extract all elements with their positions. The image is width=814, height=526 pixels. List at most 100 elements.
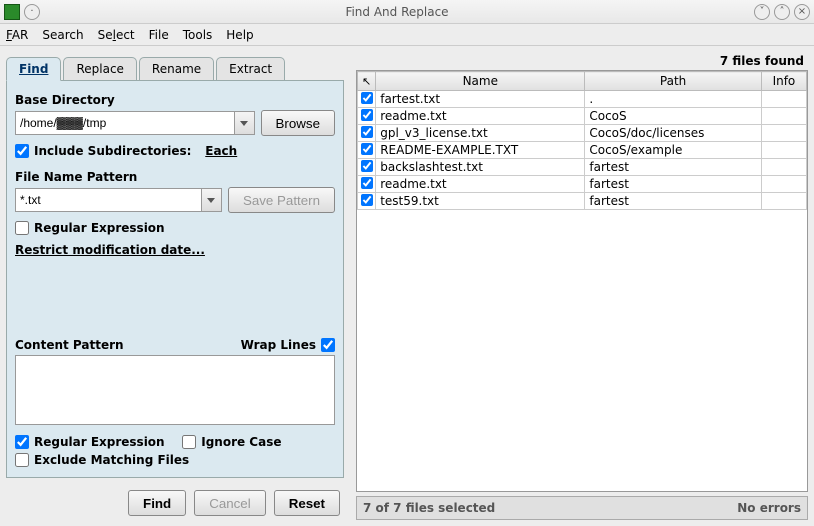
content-pattern-textarea[interactable] xyxy=(15,355,335,425)
ignore-case-label: Ignore Case xyxy=(201,435,281,449)
chevron-down-icon xyxy=(240,121,248,126)
content-pattern-label: Content Pattern xyxy=(15,338,124,352)
app-icon xyxy=(4,4,20,20)
base-dir-dropdown[interactable] xyxy=(235,111,255,135)
cell-name: gpl_v3_license.txt xyxy=(376,125,585,142)
tab-body-find: Base Directory Browse Include Subdirecto… xyxy=(6,80,344,478)
cell-info xyxy=(761,176,806,193)
cell-path: CocoS/doc/licenses xyxy=(585,125,762,142)
bottom-buttons: Find Cancel Reset xyxy=(6,486,344,520)
left-pane: Find Replace Rename Extract Base Directo… xyxy=(0,46,350,526)
tab-rename[interactable]: Rename xyxy=(139,57,214,81)
cell-name: fartest.txt xyxy=(376,91,585,108)
wrap-lines-label: Wrap Lines xyxy=(241,338,316,352)
col-name[interactable]: Name xyxy=(376,72,585,91)
exclude-matching-checkbox[interactable] xyxy=(15,453,29,467)
include-subdirs-checkbox[interactable] xyxy=(15,144,29,158)
table-row[interactable]: gpl_v3_license.txtCocoS/doc/licenses xyxy=(358,125,807,142)
cell-path: . xyxy=(585,91,762,108)
chevron-down-icon xyxy=(207,198,215,203)
menu-tools[interactable]: Tools xyxy=(183,28,213,42)
row-checkbox[interactable] xyxy=(361,126,373,138)
reset-button[interactable]: Reset xyxy=(274,490,340,516)
results-table-wrap: ↖ Name Path Info fartest.txt.readme.txtC… xyxy=(356,70,808,492)
regex-content-checkbox[interactable] xyxy=(15,435,29,449)
cell-info xyxy=(761,193,806,210)
file-pattern-combo xyxy=(15,188,222,212)
base-dir-label: Base Directory xyxy=(15,93,335,107)
menu-search[interactable]: Search xyxy=(42,28,83,42)
file-pattern-label: File Name Pattern xyxy=(15,170,335,184)
restrict-date-link[interactable]: Restrict modification date... xyxy=(15,243,205,257)
titlebar: · Find And Replace ˅ ˄ × xyxy=(0,0,814,24)
files-found-label: 7 files found xyxy=(356,52,808,70)
base-dir-combo xyxy=(15,111,255,135)
table-row[interactable]: readme.txtfartest xyxy=(358,176,807,193)
col-path[interactable]: Path xyxy=(585,72,762,91)
base-dir-input[interactable] xyxy=(15,111,235,135)
row-checkbox[interactable] xyxy=(361,92,373,104)
cell-path: CocoS xyxy=(585,108,762,125)
maximize-icon[interactable]: ˄ xyxy=(774,4,790,20)
regex-file-checkbox[interactable] xyxy=(15,221,29,235)
row-checkbox[interactable] xyxy=(361,143,373,155)
table-row[interactable]: fartest.txt. xyxy=(358,91,807,108)
wrap-lines-checkbox[interactable] xyxy=(321,338,335,352)
tabs: Find Replace Rename Extract xyxy=(6,56,344,80)
cursor-icon: ↖ xyxy=(362,75,371,88)
cell-path: fartest xyxy=(585,159,762,176)
cell-info xyxy=(761,125,806,142)
each-link[interactable]: Each xyxy=(205,144,237,158)
save-pattern-button[interactable]: Save Pattern xyxy=(228,187,335,213)
window-title: Find And Replace xyxy=(40,5,754,19)
window-menu-icon[interactable]: · xyxy=(24,4,40,20)
cell-path: fartest xyxy=(585,193,762,210)
cell-name: README-EXAMPLE.TXT xyxy=(376,142,585,159)
menu-help[interactable]: Help xyxy=(226,28,253,42)
cell-path: fartest xyxy=(585,176,762,193)
cell-name: test59.txt xyxy=(376,193,585,210)
regex-file-label: Regular Expression xyxy=(34,221,165,235)
right-pane: 7 files found ↖ Name Path Info fartest.t… xyxy=(350,46,814,526)
table-row[interactable]: readme.txtCocoS xyxy=(358,108,807,125)
table-row[interactable]: backslashtest.txtfartest xyxy=(358,159,807,176)
status-selected: 7 of 7 files selected xyxy=(363,501,495,515)
minimize-icon[interactable]: ˅ xyxy=(754,4,770,20)
cancel-button[interactable]: Cancel xyxy=(194,490,266,516)
cell-info xyxy=(761,108,806,125)
exclude-matching-label: Exclude Matching Files xyxy=(34,453,189,467)
find-button[interactable]: Find xyxy=(128,490,186,516)
tab-extract[interactable]: Extract xyxy=(216,57,285,81)
cell-info xyxy=(761,91,806,108)
file-pattern-input[interactable] xyxy=(15,188,202,212)
cell-name: readme.txt xyxy=(376,108,585,125)
table-row[interactable]: README-EXAMPLE.TXTCocoS/example xyxy=(358,142,807,159)
close-icon[interactable]: × xyxy=(794,4,810,20)
row-checkbox[interactable] xyxy=(361,160,373,172)
tab-replace[interactable]: Replace xyxy=(63,57,136,81)
cell-info xyxy=(761,142,806,159)
cell-path: CocoS/example xyxy=(585,142,762,159)
results-table: ↖ Name Path Info fartest.txt.readme.txtC… xyxy=(357,71,807,210)
table-row[interactable]: test59.txtfartest xyxy=(358,193,807,210)
browse-button[interactable]: Browse xyxy=(261,110,335,136)
file-pattern-dropdown[interactable] xyxy=(202,188,222,212)
status-errors: No errors xyxy=(737,501,801,515)
regex-content-label: Regular Expression xyxy=(34,435,165,449)
cell-info xyxy=(761,159,806,176)
status-bar: 7 of 7 files selected No errors xyxy=(356,496,808,520)
tab-find[interactable]: Find xyxy=(6,57,61,81)
ignore-case-checkbox[interactable] xyxy=(182,435,196,449)
menu-file[interactable]: File xyxy=(149,28,169,42)
include-subdirs-label: Include Subdirectories: xyxy=(34,144,191,158)
select-all-header[interactable]: ↖ xyxy=(358,72,376,91)
cell-name: readme.txt xyxy=(376,176,585,193)
row-checkbox[interactable] xyxy=(361,194,373,206)
col-info[interactable]: Info xyxy=(761,72,806,91)
row-checkbox[interactable] xyxy=(361,177,373,189)
menu-far[interactable]: FAR xyxy=(6,28,28,42)
row-checkbox[interactable] xyxy=(361,109,373,121)
cell-name: backslashtest.txt xyxy=(376,159,585,176)
menubar: FAR Search Select File Tools Help xyxy=(0,24,814,46)
menu-select[interactable]: Select xyxy=(98,28,135,42)
